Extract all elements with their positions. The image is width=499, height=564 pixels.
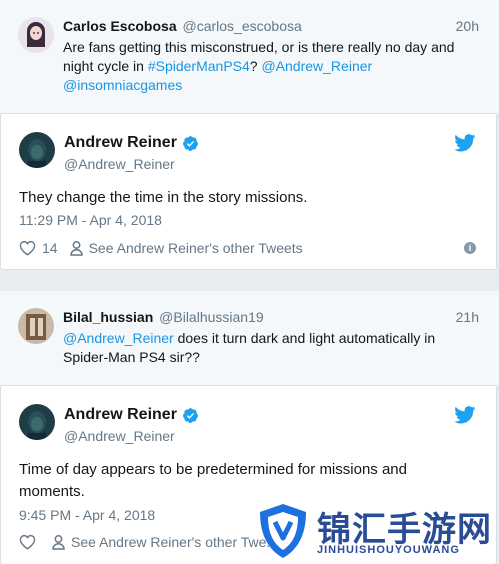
mention-link[interactable]: @Andrew_Reiner xyxy=(261,58,372,74)
watermark-subtitle: JINHUISHOUYOUWANG xyxy=(317,544,460,556)
avatar[interactable] xyxy=(18,308,54,344)
twitter-bird-icon[interactable] xyxy=(454,406,476,424)
avatar[interactable] xyxy=(19,404,55,440)
author-name[interactable]: Andrew Reiner xyxy=(64,406,199,424)
tweet-text: They change the time in the story missio… xyxy=(19,189,308,206)
reply-text: Are fans getting this misconstrued, or i… xyxy=(63,39,455,93)
author-handle[interactable]: @Bilalhussian19 xyxy=(159,309,264,325)
reply-text-plain: Are fans getting this misconstrued, or i… xyxy=(63,39,455,74)
tweet-text: Time of day appears to be predetermined … xyxy=(19,461,407,500)
twitter-bird-icon[interactable] xyxy=(454,134,476,152)
reply-header: Carlos Escobosa @carlos_escobosa 20h xyxy=(63,18,481,38)
tweet-actions: 14 See Andrew Reiner's other Tweets i xyxy=(19,237,476,259)
see-other-tweets-link[interactable]: See Andrew Reiner's other Twe... xyxy=(71,534,278,550)
person-icon xyxy=(69,240,83,256)
author-handle[interactable]: @Andrew_Reiner xyxy=(64,428,175,444)
author-name[interactable]: Carlos Escobosa xyxy=(63,18,177,34)
mention-link[interactable]: @Andrew_Reiner xyxy=(63,330,174,346)
verified-badge-icon xyxy=(182,407,198,423)
relative-time[interactable]: 20h xyxy=(456,18,479,34)
author-name[interactable]: Bilal_hussian xyxy=(63,309,153,325)
reply-text: @Andrew_Reiner does it turn dark and lig… xyxy=(63,329,477,367)
reply-header: Bilal_hussian @Bilalhussian19 21h xyxy=(63,309,481,329)
hashtag-link[interactable]: #SpiderManPS4 xyxy=(148,58,250,74)
reply-tweet-bilal[interactable]: Bilal_hussian @Bilalhussian19 21h @Andre… xyxy=(0,291,499,385)
see-other-tweets-link[interactable]: See Andrew Reiner's other Tweets xyxy=(89,240,303,256)
site-watermark: 锦汇手游网 JINHUISHOUYOUWANG xyxy=(253,500,499,564)
heart-icon[interactable] xyxy=(19,534,36,550)
embedded-tweet-card[interactable]: Andrew Reiner @Andrew_Reiner They change… xyxy=(0,113,497,270)
info-icon[interactable]: i xyxy=(464,242,476,254)
mention-link[interactable]: @insomniacgames xyxy=(63,77,182,93)
author-name[interactable]: Andrew Reiner xyxy=(64,134,199,152)
avatar[interactable] xyxy=(18,17,54,53)
avatar[interactable] xyxy=(19,132,55,168)
author-name-text[interactable]: Andrew Reiner xyxy=(64,406,177,424)
relative-time[interactable]: 21h xyxy=(456,309,479,325)
tweet-timestamp[interactable]: 9:45 PM - Apr 4, 2018 xyxy=(19,507,155,523)
reply-tweet-carlos[interactable]: Carlos Escobosa @carlos_escobosa 20h Are… xyxy=(0,0,499,113)
person-icon xyxy=(52,534,65,550)
author-name-text[interactable]: Andrew Reiner xyxy=(64,134,177,152)
tweet-timestamp[interactable]: 11:29 PM - Apr 4, 2018 xyxy=(19,212,162,228)
like-count[interactable]: 14 xyxy=(42,240,58,256)
author-handle[interactable]: @carlos_escobosa xyxy=(183,18,302,34)
shield-logo-icon xyxy=(260,504,306,558)
author-handle[interactable]: @Andrew_Reiner xyxy=(64,156,175,172)
heart-icon[interactable] xyxy=(19,240,36,256)
verified-badge-icon xyxy=(182,135,198,151)
